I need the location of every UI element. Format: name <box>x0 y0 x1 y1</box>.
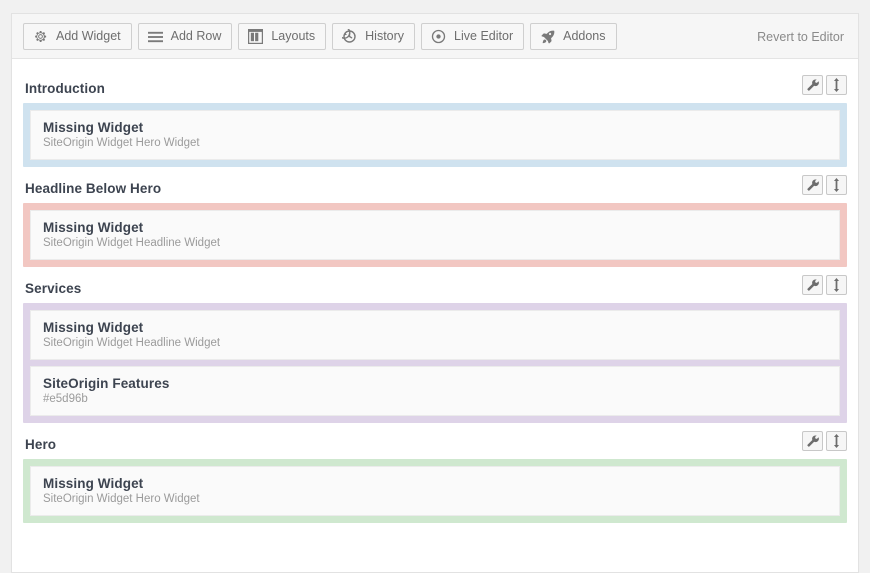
history-label: History <box>365 29 405 43</box>
row-title: Services <box>25 280 82 296</box>
addons-button[interactable]: Addons <box>530 23 617 50</box>
widget-subtitle: SiteOrigin Widget Hero Widget <box>43 493 200 505</box>
row-header: Introduction <box>23 73 847 103</box>
row-title: Hero <box>25 436 57 452</box>
row-header: Hero <box>23 429 847 459</box>
move-vertical-icon <box>831 278 842 292</box>
row-title: Headline Below Hero <box>25 180 162 196</box>
layouts-icon <box>247 28 264 45</box>
eye-target-icon <box>430 28 447 45</box>
live-editor-label: Live Editor <box>454 29 514 43</box>
history-button[interactable]: History <box>332 23 416 50</box>
history-icon <box>341 28 358 45</box>
widget-title: Missing Widget <box>43 120 144 135</box>
widget-item[interactable]: SiteOrigin Features #e5d96b <box>30 366 840 416</box>
row-block: Services Missing Widget SiteOrigin Widget … <box>23 273 847 423</box>
page-builder-toolbar: Add Widget Add Row Layouts History Live … <box>12 14 858 59</box>
row-body[interactable]: Missing Widget SiteOrigin Widget Hero Wid… <box>23 103 847 167</box>
layouts-label: Layouts <box>271 29 316 43</box>
page-builder-panel: Add Widget Add Row Layouts History Live … <box>11 13 859 573</box>
widget-subtitle: SiteOrigin Widget Headline Widget <box>43 237 221 249</box>
widget-title: SiteOrigin Features <box>43 376 170 391</box>
add-widget-label: Add Widget <box>56 29 121 43</box>
row-body[interactable]: Missing Widget SiteOrigin Widget Headline… <box>23 303 847 423</box>
rows-container: Introduction Missing Widget SiteOrigin Wid… <box>12 59 858 547</box>
row-title: Introduction <box>25 80 105 96</box>
add-widget-button[interactable]: Add Widget <box>23 23 132 50</box>
row-move-handle[interactable] <box>826 275 847 295</box>
row-header: Services <box>23 273 847 303</box>
layouts-button[interactable]: Layouts <box>238 23 327 50</box>
widget-subtitle: #e5d96b <box>43 393 88 405</box>
add-row-label: Add Row <box>170 29 222 43</box>
row-block: Hero Missing Widget SiteOrigin Widget Hero… <box>23 429 847 523</box>
row-body[interactable]: Missing Widget SiteOrigin Widget Headline… <box>23 203 847 267</box>
row-settings-button[interactable] <box>802 431 823 451</box>
row-move-handle[interactable] <box>826 175 847 195</box>
widget-subtitle: SiteOrigin Widget Hero Widget <box>43 137 200 149</box>
gear-icon <box>32 28 49 45</box>
widget-item[interactable]: Missing Widget SiteOrigin Widget Hero Wid… <box>30 110 840 160</box>
wrench-icon <box>806 79 819 91</box>
wrench-icon <box>806 179 819 191</box>
wrench-icon <box>806 279 819 291</box>
add-row-button[interactable]: Add Row <box>137 23 233 50</box>
move-vertical-icon <box>831 434 842 448</box>
row-move-handle[interactable] <box>826 75 847 95</box>
row-settings-button[interactable] <box>802 275 823 295</box>
widget-title: Missing Widget <box>43 220 144 235</box>
move-vertical-icon <box>831 178 842 192</box>
live-editor-button[interactable]: Live Editor <box>421 23 525 50</box>
addons-label: Addons <box>563 29 606 43</box>
widget-item[interactable]: Missing Widget SiteOrigin Widget Hero Wid… <box>30 466 840 516</box>
widget-item[interactable]: Missing Widget SiteOrigin Widget Headline… <box>30 310 840 360</box>
row-actions <box>802 175 847 195</box>
row-body[interactable]: Missing Widget SiteOrigin Widget Hero Wid… <box>23 459 847 523</box>
row-move-handle[interactable] <box>826 431 847 451</box>
row-actions <box>802 75 847 95</box>
row-settings-button[interactable] <box>802 75 823 95</box>
row-block: Headline Below Hero Missing Widget SiteOri… <box>23 173 847 267</box>
move-vertical-icon <box>831 78 842 92</box>
row-header: Headline Below Hero <box>23 173 847 203</box>
widget-subtitle: SiteOrigin Widget Headline Widget <box>43 337 221 349</box>
row-actions <box>802 431 847 451</box>
wrench-icon <box>806 435 819 447</box>
widget-title: Missing Widget <box>43 476 144 491</box>
widget-item[interactable]: Missing Widget SiteOrigin Widget Headline… <box>30 210 840 260</box>
row-settings-button[interactable] <box>802 175 823 195</box>
rocket-icon <box>539 28 556 45</box>
row-block: Introduction Missing Widget SiteOrigin Wid… <box>23 73 847 167</box>
widget-title: Missing Widget <box>43 320 144 335</box>
row-actions <box>802 275 847 295</box>
rows-icon <box>147 28 164 45</box>
revert-to-editor-link[interactable]: Revert to Editor <box>757 30 844 44</box>
